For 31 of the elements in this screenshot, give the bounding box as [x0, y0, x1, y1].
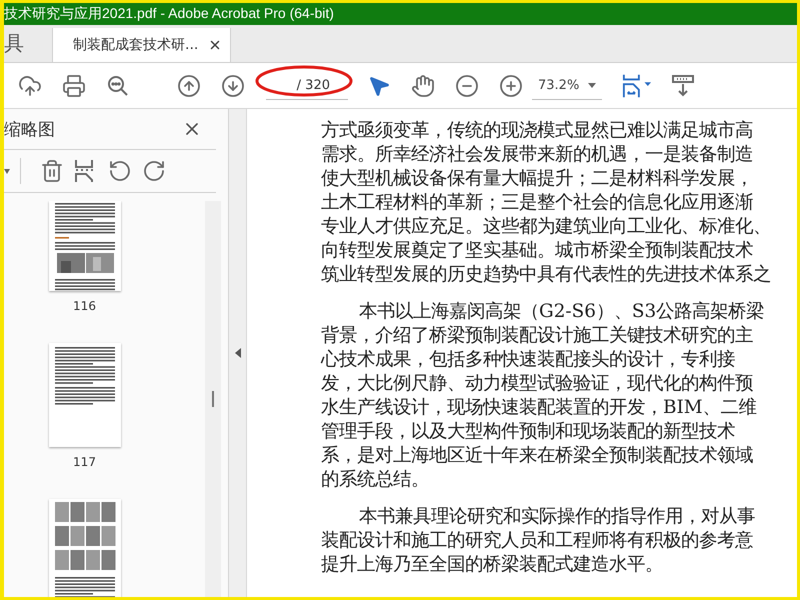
text-line: 筑业转型发展的历史趋势中具有代表性的先进技术体系之	[321, 263, 772, 287]
text-line: 本书兼具理论研究和实际操作的指导作用，对从事	[358, 505, 756, 529]
text-line: 系，是对上海地区近十年来在桥梁全预制装配技术领域	[321, 444, 754, 468]
text-line: 土木工程材料的革新；三是整个社会的信息化应用逐渐	[321, 191, 754, 215]
text-line: 方式亟须变革，传统的现浇模式显然已难以满足城市高	[321, 119, 754, 143]
text-line: 背景，介绍了桥梁预制装配设计施工关键技术研究的主	[321, 324, 754, 348]
caret-icon[interactable]	[4, 168, 10, 174]
text-line: 本书以上海嘉闵高架（G2-S6）、S3公路高架桥梁	[358, 300, 766, 324]
collapse-arrow-icon[interactable]	[234, 348, 240, 358]
text-line: 专业人才供应充足。这些都为建筑业向工业化、标准化、	[321, 215, 772, 239]
page-number-field[interactable]: / 320	[266, 72, 348, 100]
text-line: 心技术成果，包括多种快速装配接头的设计，专利接	[321, 348, 736, 372]
text-line: 水生产线设计，现场快速装配装置的开发，BIM、二维	[321, 396, 758, 420]
caret-icon[interactable]	[588, 82, 596, 88]
text-line: 装配设计和施工的研究人员和工程师将有积极的参考意	[321, 529, 754, 553]
page-thumbnail[interactable]	[48, 499, 120, 597]
window-title: 技术研究与应用2021.pdf - Adobe Acrobat Pro (64-bit)	[4, 5, 334, 23]
text-line: 需求。所幸经济社会发展带来新的机遇，一是装备制造	[321, 143, 754, 167]
text-line: 发，大比例尺静、动力模型试验验证，现代化的构件预	[321, 372, 754, 396]
text-line: 管理手段，以及大型构件预制和现场装配的新型技术	[321, 420, 736, 444]
text-line: 向转型发展奠定了坚实基础。城市桥梁全预制装配技术	[321, 239, 754, 263]
text-line: 使大型机械设备保有量大幅提升；二是材料科学发展，	[321, 167, 754, 191]
tab[interactable]: 制装配成套技术研...	[52, 28, 232, 62]
text-line: 提升上海乃至全国的桥梁装配式建造水平。	[321, 553, 664, 577]
zoom-dropdown[interactable]: 73.2%	[532, 72, 602, 100]
page-number: 116	[73, 299, 96, 313]
page-thumbnail[interactable]	[48, 201, 120, 291]
page-thumbnail[interactable]	[48, 343, 120, 447]
panel-title: 缩略图	[4, 118, 55, 140]
text-line: 的系统总结。	[321, 468, 430, 492]
page-number: 117	[73, 455, 96, 469]
